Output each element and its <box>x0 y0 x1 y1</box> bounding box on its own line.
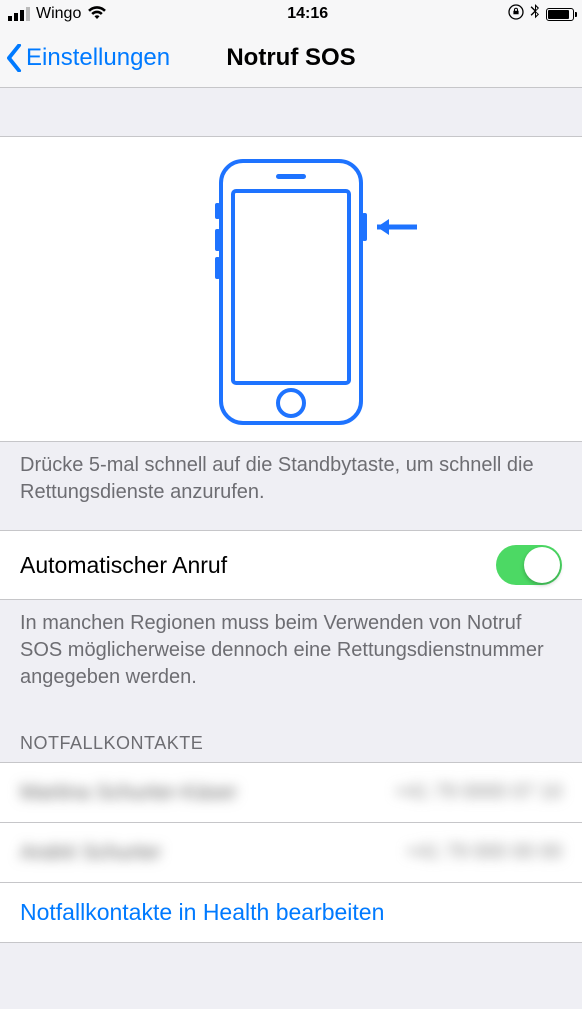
battery-icon <box>546 8 574 21</box>
back-label: Einstellungen <box>26 44 170 72</box>
status-time: 14:16 <box>287 5 328 23</box>
contact-phone: +41 79 000 00 00 <box>406 841 562 864</box>
contacts-header: NOTFALLKONTAKTE <box>0 709 582 762</box>
back-button[interactable]: Einstellungen <box>0 44 170 72</box>
page-title: Notruf SOS <box>226 44 355 72</box>
bluetooth-icon <box>530 4 540 25</box>
auto-call-row: Automatischer Anruf <box>0 530 582 600</box>
contact-name: Martina Schurter-Käser <box>20 781 237 805</box>
auto-call-label: Automatischer Anruf <box>20 552 227 579</box>
carrier-label: Wingo <box>36 5 81 23</box>
wifi-icon <box>87 5 107 23</box>
cellular-signal-icon <box>8 7 30 21</box>
phone-side-button-icon <box>161 157 421 427</box>
auto-call-toggle[interactable] <box>496 545 562 585</box>
orientation-lock-icon <box>508 4 524 25</box>
sos-instruction-text: Drücke 5-mal schnell auf die Standbytast… <box>0 442 582 530</box>
sos-illustration <box>0 136 582 442</box>
contact-name: André Schurter <box>20 841 161 865</box>
status-bar: Wingo 14:16 <box>0 0 582 28</box>
contact-row[interactable]: André Schurter +41 79 000 00 00 <box>0 822 582 882</box>
chevron-left-icon <box>6 44 22 72</box>
edit-contacts-link[interactable]: Notfallkontakte in Health bearbeiten <box>0 882 582 943</box>
contact-phone: +41 79 0000 07 10 <box>395 781 562 804</box>
status-right <box>508 4 574 25</box>
auto-call-footer: In manchen Regionen muss beim Verwenden … <box>0 600 582 709</box>
contact-row[interactable]: Martina Schurter-Käser +41 79 0000 07 10 <box>0 762 582 822</box>
navigation-bar: Einstellungen Notruf SOS <box>0 28 582 88</box>
status-left: Wingo <box>8 5 107 23</box>
